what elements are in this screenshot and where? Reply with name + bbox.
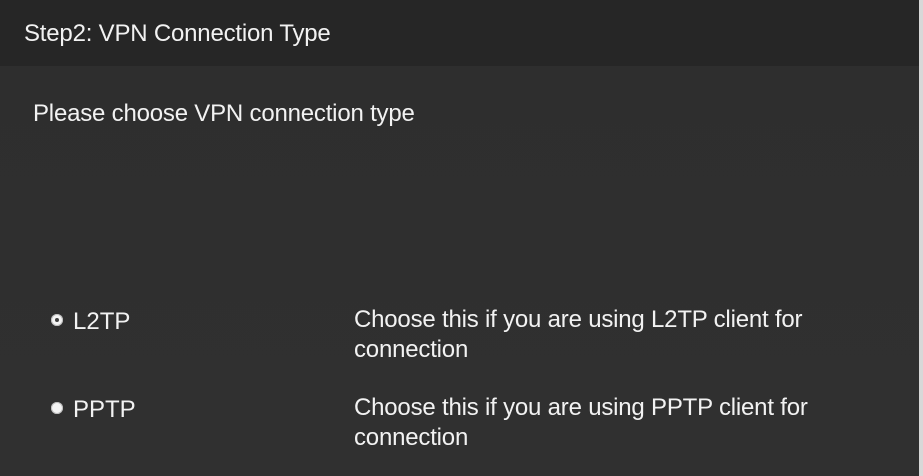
panel-edge — [919, 0, 923, 476]
l2tp-description: Choose this if you are using L2TP client… — [354, 306, 803, 363]
pptp-radio-button[interactable] — [51, 402, 63, 414]
step-title: Step2: VPN Connection Type — [24, 20, 331, 47]
connection-type-prompt: Please choose VPN connection type — [33, 100, 415, 127]
pptp-label: PPTP — [73, 396, 136, 423]
pptp-description: Choose this if you are using PPTP client… — [354, 394, 808, 451]
l2tp-label: L2TP — [73, 308, 131, 335]
l2tp-radio-button[interactable] — [51, 314, 63, 326]
option-l2tp[interactable]: L2TP Choose this if you are using L2TP c… — [45, 306, 915, 378]
vpn-wizard-panel: Step2: VPN Connection Type Please choose… — [0, 0, 923, 476]
option-pptp[interactable]: PPTP Choose this if you are using PPTP c… — [45, 394, 915, 466]
